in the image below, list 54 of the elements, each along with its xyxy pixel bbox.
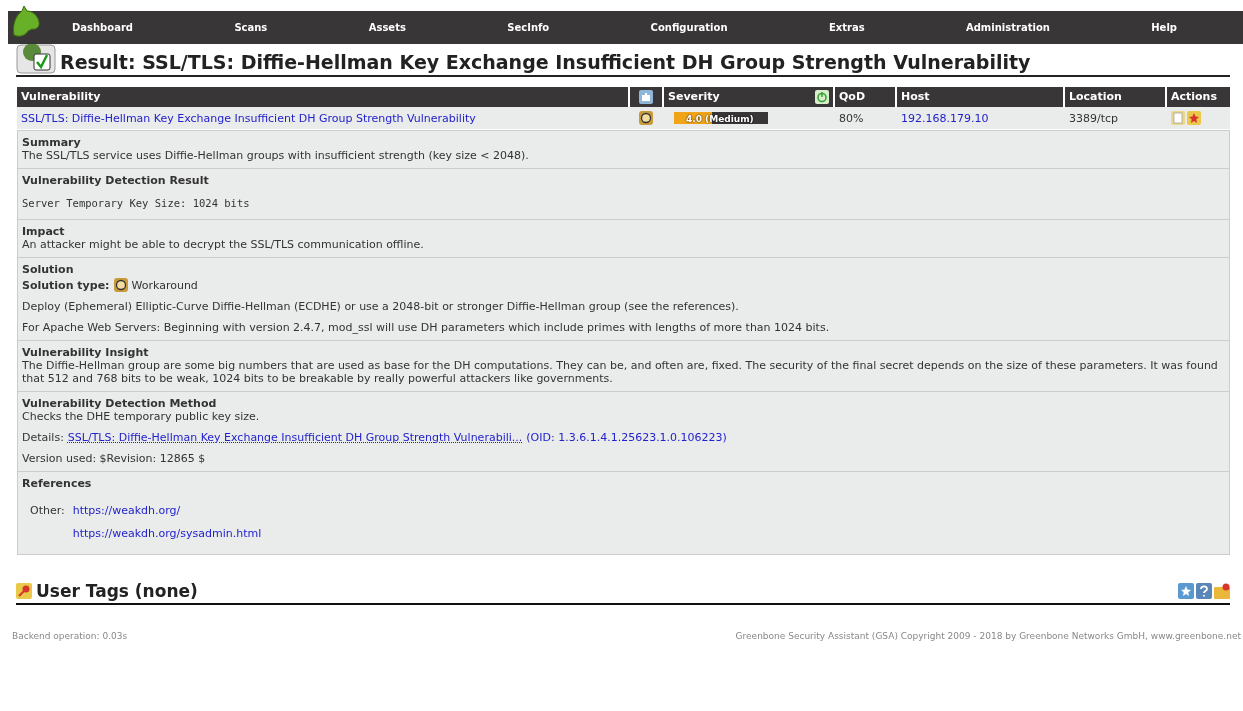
solution-type-value: Workaround [131,278,198,292]
folder-icon[interactable] [1214,583,1230,599]
workaround-icon [639,111,653,125]
section-text: The Diffie-Hellman group are some big numbers that are used as base for the DH computations. They can be, and often are, fixed. The security of the final secret depends on the size of these parameters. It was found that 512 and 768 bits to be weak, 1024 bits to be breakable by really powerful attackers like governments. [22,359,1219,385]
section-heading: Vulnerability Insight [22,346,150,359]
copyright-text: Greenbone Security Assistant (GSA) Copyright 2009 - 2018 by Greenbone Networks GmbH, www.greenbone.net [735,631,1241,641]
pin-icon [16,583,32,599]
nav-menu-item[interactable]: Assets [368,22,406,33]
oid-text: (OID: 1.3.6.1.4.1.25623.1.0.106223) [526,431,727,444]
section-text: The SSL/TLS service uses Diffie-Hellman groups with insufficient strength (key size < 2048). [22,149,530,162]
section-heading: Vulnerability Detection Method [22,397,218,410]
workaround-icon [113,278,128,292]
section-text: An attacker might be able to decrypt the SSL/TLS communication offline. [22,238,425,251]
location-value: 3389/tcp [1069,111,1119,125]
section-heading: References [22,477,93,490]
column-header: Host [897,87,1063,107]
nav-menu-item[interactable]: Dashboard [72,22,133,33]
column-header: QoD [835,87,895,107]
host-link[interactable]: 192.168.179.10 [901,111,989,125]
version-text: Version used: $Revision: 12865 $ [22,452,207,465]
nav-menu-item[interactable]: Configuration [650,22,728,33]
help-icon[interactable] [1196,583,1212,599]
column-header: Actions [1167,87,1230,107]
details-link[interactable]: SSL/TLS: Diffie-Hellman Key Exchange Insufficient DH Group Strength Vulnerabili... [67,431,523,444]
column-header: Vulnerability [17,87,628,107]
nav-menu-item[interactable]: Administration [965,22,1050,33]
reference-link[interactable]: https://weakdh.org/sysadmin.html [72,527,262,540]
vulnerability-link[interactable]: SSL/TLS: Diffie-Hellman Key Exchange Insufficient DH Group Strength Vulnerability [21,111,476,125]
result-text: Server Temporary Key Size: 1024 bits [22,197,251,209]
section-heading: Solution [22,263,75,276]
qod-value: 80% [839,111,864,125]
page-title: Result: SSL/TLS: Diffie-Hellman Key Exchange Insufficient DH Group Strength Vulnerability [60,50,1031,74]
section-text: For Apache Web Servers: Beginning with version 2.4.7, mod_ssl will use DH parameters which include primes with lengths of more than 1024 bits. [22,321,831,334]
section-heading: Vulnerability Detection Result [22,174,210,187]
new-tag-icon[interactable] [1178,583,1194,599]
section-text: Deploy (Ephemeral) Elliptic-Curve Diffie-Hellman (ECDHE) or use a 2048-bit or stronger Diffie-Hellman group (see the references). [22,300,740,313]
note-icon[interactable] [1171,111,1185,125]
details-label: Details: [22,431,64,444]
nav-menu-item[interactable]: Scans [234,22,268,33]
other-label: Other: [30,504,65,519]
nav-menu-item[interactable]: Extras [828,22,865,33]
nav-menu-item[interactable]: Help [1151,22,1177,33]
column-header: Location [1065,87,1165,107]
section-heading: Impact [22,225,66,238]
section-title: User Tags (none) [36,581,199,601]
nav-menu-item[interactable]: SecInfo [507,22,550,33]
section-heading: Summary [22,136,82,149]
backend-time: Backend operation: 0.03s [12,631,128,641]
solution-type-label: Solution type: [22,278,110,292]
column-title: Severity [668,89,720,105]
section-text: Checks the DHE temporary public key size. [22,410,261,423]
power-icon[interactable] [815,90,829,104]
reference-link[interactable]: https://weakdh.org/ [72,504,262,517]
star-icon[interactable] [1187,111,1201,125]
